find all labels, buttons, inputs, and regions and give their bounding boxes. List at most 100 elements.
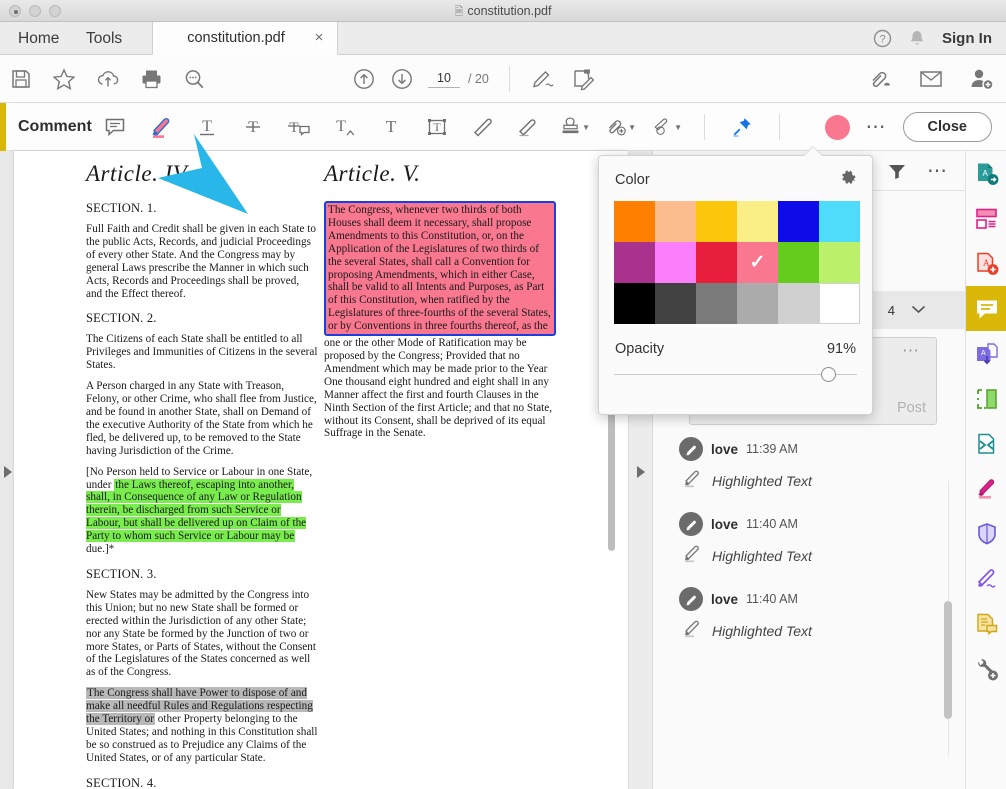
add-user-icon[interactable] xyxy=(968,67,994,91)
search-icon[interactable] xyxy=(183,68,206,91)
add-note-to-text-tool[interactable]: T xyxy=(284,112,314,142)
export-pdf-tool[interactable]: A xyxy=(966,151,1006,196)
color-swatch[interactable] xyxy=(737,283,778,324)
comments-scrollbar-thumb[interactable] xyxy=(944,601,952,719)
sticky-note-tool[interactable] xyxy=(100,112,130,142)
highlight-tool-rail[interactable] xyxy=(966,466,1006,511)
chevron-down-icon[interactable]: ▼ xyxy=(582,123,590,132)
tab-constitution-pdf[interactable]: constitution.pdf × xyxy=(152,22,338,55)
color-swatch-grid[interactable]: ✓ xyxy=(614,201,860,324)
erase-tool[interactable] xyxy=(514,112,544,142)
drawing-shapes-tool[interactable]: ▼ xyxy=(652,112,682,142)
svg-text:T: T xyxy=(336,118,346,135)
opacity-slider-knob[interactable] xyxy=(821,367,836,382)
cloud-upload-icon[interactable] xyxy=(96,68,120,90)
prepare-form-tool[interactable] xyxy=(966,601,1006,646)
star-icon[interactable] xyxy=(52,68,76,91)
add-text-comment-tool[interactable]: T xyxy=(376,112,406,142)
color-swatch[interactable] xyxy=(778,283,819,324)
color-swatch[interactable] xyxy=(696,242,737,283)
insert-text-tool[interactable]: T xyxy=(330,112,360,142)
sign-document-icon[interactable] xyxy=(530,67,556,91)
color-swatch[interactable] xyxy=(696,283,737,324)
nav-home[interactable]: Home xyxy=(4,22,73,55)
previous-page-icon[interactable] xyxy=(352,67,376,91)
combine-files-tool[interactable]: A xyxy=(966,331,1006,376)
color-swatch[interactable] xyxy=(614,283,655,324)
sign-in-button[interactable]: Sign In xyxy=(942,30,998,47)
add-more-tools[interactable] xyxy=(966,646,1006,691)
share-link-icon[interactable] xyxy=(868,67,894,91)
opacity-label: Opacity xyxy=(615,341,664,357)
selected-pink-highlight-annotation[interactable]: The Congress, whenever two thirds of bot… xyxy=(324,201,556,336)
comment-item[interactable]: love 11:40 AM Highlighted Text xyxy=(679,512,939,568)
more-options-icon[interactable]: ⋯ xyxy=(866,122,887,132)
active-color-swatch-button[interactable] xyxy=(825,115,850,140)
print-icon[interactable] xyxy=(140,68,163,90)
comments-scrollbar[interactable] xyxy=(943,151,955,789)
comment-author: love xyxy=(711,517,738,532)
tab-strip: Home Tools constitution.pdf × ? Sign In xyxy=(0,22,1006,55)
tab-label: constitution.pdf xyxy=(153,22,337,55)
draw-freehand-tool[interactable] xyxy=(468,112,498,142)
color-swatch[interactable] xyxy=(819,242,860,283)
comment-item[interactable]: love 11:39 AM Highlighted Text xyxy=(679,437,939,493)
protect-tool[interactable] xyxy=(966,511,1006,556)
text-box-tool[interactable]: T xyxy=(422,112,452,142)
color-swatch[interactable] xyxy=(614,242,655,283)
fill-and-sign-icon[interactable] xyxy=(570,67,596,91)
color-swatch[interactable]: ✓ xyxy=(737,242,778,283)
close-icon[interactable]: × xyxy=(311,30,327,46)
left-panel-rail xyxy=(0,151,14,789)
email-icon[interactable] xyxy=(918,68,944,90)
next-page-icon[interactable] xyxy=(390,67,414,91)
chevron-down-icon[interactable]: ▼ xyxy=(674,123,682,132)
color-swatch[interactable] xyxy=(655,283,696,324)
gear-icon[interactable] xyxy=(839,168,858,192)
color-swatch[interactable] xyxy=(819,283,860,324)
redact-tool[interactable] xyxy=(966,421,1006,466)
page-total-label: / 20 xyxy=(468,72,489,86)
underline-text-tool[interactable]: T xyxy=(192,112,222,142)
color-swatch[interactable] xyxy=(778,242,819,283)
comment-time: 11:39 AM xyxy=(746,442,798,456)
fill-sign-tool[interactable] xyxy=(966,556,1006,601)
expand-right-panel-icon[interactable] xyxy=(637,466,645,478)
color-swatch[interactable] xyxy=(614,201,655,242)
page-number-input[interactable]: 10 xyxy=(428,70,460,88)
post-comment-button[interactable]: Post xyxy=(897,400,926,416)
create-pdf-tool[interactable]: A xyxy=(966,241,1006,286)
svg-text:T: T xyxy=(289,120,298,136)
document-scrollbar-thumb[interactable] xyxy=(608,401,615,551)
chevron-down-icon[interactable]: ▼ xyxy=(628,123,636,132)
comment-item[interactable]: love 11:40 AM Highlighted Text xyxy=(679,587,939,643)
help-icon[interactable]: ? xyxy=(873,29,892,48)
highlight-text-tool[interactable] xyxy=(146,112,176,142)
color-swatch[interactable] xyxy=(655,242,696,283)
color-swatch[interactable] xyxy=(696,201,737,242)
highlighter-icon xyxy=(681,468,703,493)
new-comment-more-icon[interactable]: ⋯ xyxy=(902,346,920,356)
close-comment-mode-button[interactable]: Close xyxy=(903,112,993,142)
strikethrough-text-tool[interactable]: T xyxy=(238,112,268,142)
color-swatch[interactable] xyxy=(819,201,860,242)
main-toolbar-right xyxy=(868,55,994,103)
attach-file-tool[interactable]: ▼ xyxy=(606,112,636,142)
comment-tool[interactable] xyxy=(966,286,1006,331)
pdf-page[interactable]: Article. IV. SECTION. 1. Full Faith and … xyxy=(14,151,628,789)
filter-icon[interactable] xyxy=(887,162,907,180)
chevron-down-icon[interactable] xyxy=(911,301,926,319)
organize-pages-tool[interactable] xyxy=(966,196,1006,241)
crop-pages-tool[interactable] xyxy=(966,376,1006,421)
color-swatch[interactable] xyxy=(778,201,819,242)
green-highlight-annotation[interactable]: the Laws thereof, escaping into another,… xyxy=(86,479,306,543)
section-3-heading: SECTION. 3. xyxy=(86,567,318,582)
expand-left-panel-icon[interactable] xyxy=(4,466,12,478)
color-swatch[interactable] xyxy=(737,201,778,242)
stamp-tool[interactable]: ▼ xyxy=(560,112,590,142)
save-icon[interactable] xyxy=(10,68,32,90)
pin-toolbar-icon[interactable] xyxy=(727,112,757,142)
color-swatch[interactable] xyxy=(655,201,696,242)
notification-bell-icon[interactable] xyxy=(908,29,926,48)
nav-tools[interactable]: Tools xyxy=(72,22,136,55)
